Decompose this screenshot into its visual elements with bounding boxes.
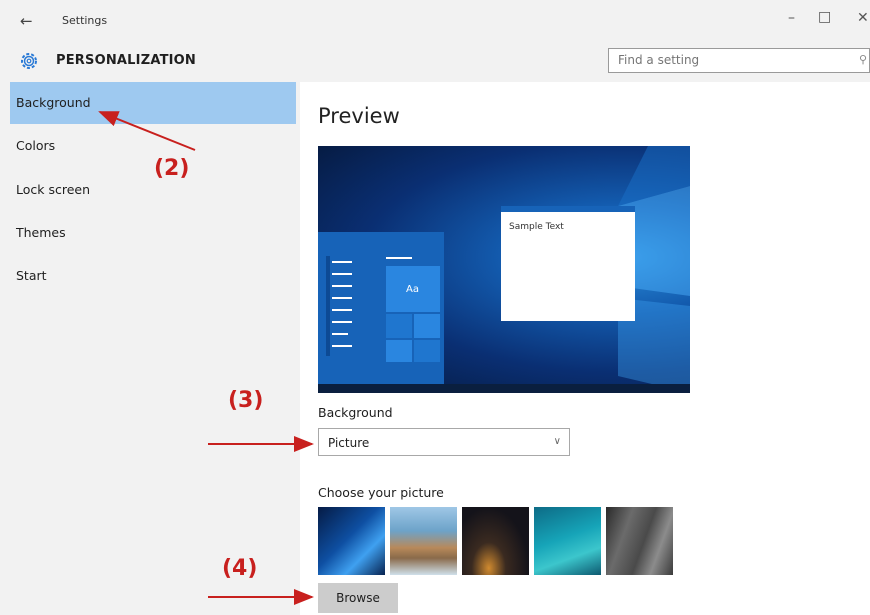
annotation-arrows xyxy=(98,111,314,605)
annotation-step-3: (3) xyxy=(228,388,264,413)
annotation-step-4: (4) xyxy=(222,556,258,581)
annotation-step-2: (2) xyxy=(154,156,190,181)
